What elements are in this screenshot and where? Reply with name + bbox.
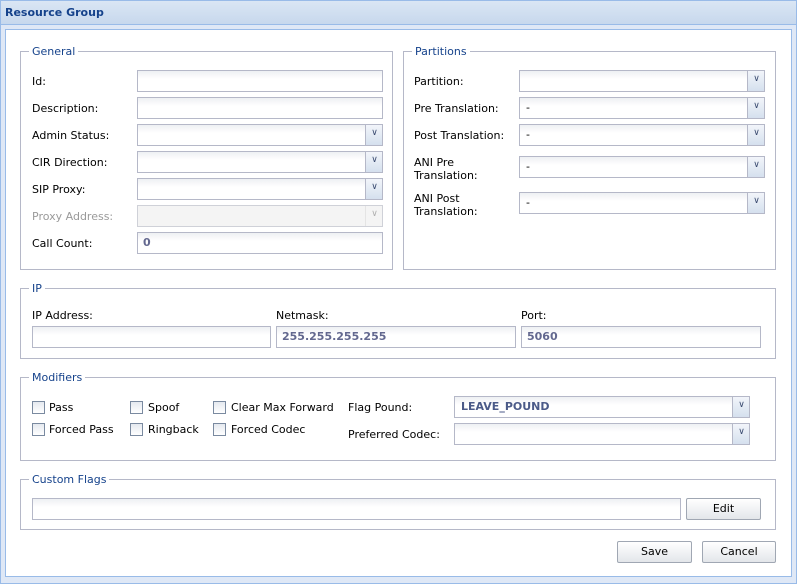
custom-flags-field[interactable] [32, 498, 681, 520]
partition-combo[interactable]: ∨ [519, 70, 765, 92]
save-button[interactable]: Save [617, 541, 692, 563]
post-translation-combo[interactable]: - ∨ [519, 124, 765, 146]
post-translation-label: Post Translation: [414, 129, 505, 142]
admin-status-combo[interactable]: ∨ [137, 124, 383, 146]
partition-label: Partition: [414, 75, 464, 88]
ani-pre-label-line2: Translation: [414, 169, 478, 182]
chevron-down-icon: ∨ [753, 74, 760, 84]
cir-direction-label: CIR Direction: [32, 156, 108, 169]
flag-pound-value: LEAVE_POUND [461, 400, 550, 413]
sip-proxy-label: SIP Proxy: [32, 183, 86, 196]
ani-post-translation-combo[interactable]: - ∨ [519, 192, 765, 214]
description-label: Description: [32, 102, 99, 115]
sip-proxy-combo[interactable]: ∨ [137, 178, 383, 200]
spoof-checkbox[interactable] [130, 401, 143, 414]
proxy-address-trigger: ∨ [365, 206, 382, 226]
flag-pound-combo[interactable]: LEAVE_POUND ∨ [454, 396, 750, 418]
chevron-down-icon: ∨ [753, 160, 760, 170]
ip-legend: IP [32, 282, 42, 295]
admin-status-trigger[interactable]: ∨ [365, 125, 382, 145]
id-field[interactable] [137, 70, 383, 92]
port-field[interactable]: 5060 [521, 326, 761, 348]
ani-post-label-line1: ANI Post [414, 192, 460, 205]
preferred-codec-label: Preferred Codec: [348, 428, 440, 441]
ani-pre-translation-trigger[interactable]: ∨ [747, 157, 764, 177]
ringback-checkbox[interactable] [130, 423, 143, 436]
admin-status-label: Admin Status: [32, 129, 110, 142]
pre-translation-combo[interactable]: - ∨ [519, 97, 765, 119]
window-title: Resource Group [5, 6, 104, 19]
partition-trigger[interactable]: ∨ [747, 71, 764, 91]
chevron-down-icon: ∨ [753, 128, 760, 138]
chevron-down-icon: ∨ [371, 155, 378, 165]
pass-checkbox[interactable] [32, 401, 45, 414]
ani-pre-translation-combo[interactable]: - ∨ [519, 156, 765, 178]
pre-translation-value: - [526, 101, 530, 114]
chevron-down-icon: ∨ [371, 209, 378, 219]
cir-direction-combo[interactable]: ∨ [137, 151, 383, 173]
proxy-address-label: Proxy Address: [32, 210, 114, 223]
netmask-label: Netmask: [276, 309, 329, 322]
resource-group-window: Resource Group General Id: Description: … [0, 0, 797, 584]
call-count-field[interactable]: 0 [137, 232, 383, 254]
chevron-down-icon: ∨ [738, 400, 745, 410]
flag-pound-trigger[interactable]: ∨ [732, 397, 749, 417]
sip-proxy-trigger[interactable]: ∨ [365, 179, 382, 199]
window-titlebar[interactable]: Resource Group [1, 1, 796, 25]
general-legend: General [32, 45, 76, 58]
ringback-label[interactable]: Ringback [148, 423, 199, 436]
chevron-down-icon: ∨ [738, 427, 745, 437]
post-translation-trigger[interactable]: ∨ [747, 125, 764, 145]
description-field[interactable] [137, 97, 383, 119]
post-translation-value: - [526, 128, 530, 141]
ip-address-field[interactable] [32, 326, 271, 348]
partitions-legend: Partitions [415, 45, 467, 58]
modifiers-legend: Modifiers [32, 371, 83, 384]
ani-post-translation-trigger[interactable]: ∨ [747, 193, 764, 213]
chevron-down-icon: ∨ [753, 101, 760, 111]
form-panel: General Id: Description: Admin Status: ∨… [5, 29, 792, 577]
netmask-field[interactable]: 255.255.255.255 [276, 326, 516, 348]
chevron-down-icon: ∨ [753, 196, 760, 206]
id-label: Id: [32, 75, 46, 88]
ani-pre-translation-value: - [526, 160, 530, 173]
forced-codec-label[interactable]: Forced Codec [231, 423, 305, 436]
preferred-codec-trigger[interactable]: ∨ [732, 424, 749, 444]
preferred-codec-combo[interactable]: ∨ [454, 423, 750, 445]
ani-pre-label-line1: ANI Pre [414, 156, 454, 169]
cancel-button[interactable]: Cancel [702, 541, 776, 563]
ip-address-label: IP Address: [32, 309, 93, 322]
chevron-down-icon: ∨ [371, 182, 378, 192]
custom-flags-legend: Custom Flags [32, 473, 107, 486]
pass-label[interactable]: Pass [49, 401, 73, 414]
pre-translation-label: Pre Translation: [414, 102, 499, 115]
spoof-label[interactable]: Spoof [148, 401, 179, 414]
forced-pass-label[interactable]: Forced Pass [49, 423, 114, 436]
clear-max-forward-checkbox[interactable] [213, 401, 226, 414]
edit-button[interactable]: Edit [686, 498, 761, 520]
port-label: Port: [521, 309, 547, 322]
ani-post-label-line2: Translation: [414, 205, 478, 218]
pre-translation-trigger[interactable]: ∨ [747, 98, 764, 118]
proxy-address-combo: ∨ [137, 205, 383, 227]
ani-post-translation-value: - [526, 196, 530, 209]
chevron-down-icon: ∨ [371, 128, 378, 138]
clear-max-forward-label[interactable]: Clear Max Forward [231, 401, 334, 414]
forced-pass-checkbox[interactable] [32, 423, 45, 436]
flag-pound-label: Flag Pound: [348, 401, 413, 414]
forced-codec-checkbox[interactable] [213, 423, 226, 436]
cir-direction-trigger[interactable]: ∨ [365, 152, 382, 172]
call-count-label: Call Count: [32, 237, 93, 250]
